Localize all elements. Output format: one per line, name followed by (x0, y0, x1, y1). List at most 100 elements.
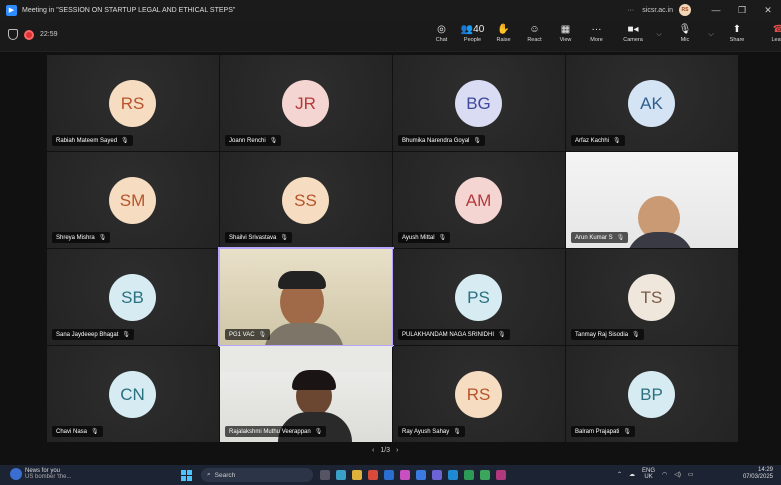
teams-alt-icon[interactable] (432, 470, 442, 480)
react-icon: ☺ (529, 24, 540, 35)
folder-icon[interactable] (352, 470, 362, 480)
restore-button[interactable]: ❐ (729, 5, 755, 16)
participant-avatar: RS (455, 371, 502, 418)
user-avatar[interactable]: RS (679, 4, 691, 16)
participant-avatar: SM (109, 177, 156, 224)
close-button[interactable]: ✕ (755, 5, 781, 16)
clock-date: 07/03/2025 (742, 474, 773, 480)
photos-icon[interactable] (400, 470, 410, 480)
participant-name-tag: Joann Renchi 🎙 (225, 135, 282, 146)
wifi-icon[interactable]: ◠ (662, 471, 667, 478)
chevron-down-icon[interactable]: ⌵ (706, 31, 716, 43)
participant-tile[interactable]: RS Rabiah Mateem Sayed 🎙 (47, 55, 219, 151)
meeting-timer: 22:59 (40, 31, 58, 38)
participant-name: Balram Prajapati (575, 429, 620, 435)
participant-name: Joann Renchi (229, 138, 266, 144)
participant-tile[interactable]: SB Sana Jaydeeep Bhagat 🎙 (47, 249, 219, 345)
recording-icon[interactable] (24, 29, 34, 40)
participant-tile[interactable]: Arun Kumar S 🎙 (566, 152, 738, 248)
chevron-down-icon[interactable]: ⌵ (654, 31, 664, 43)
toolbar-label: React (527, 37, 542, 43)
participant-name-tag: Arun Kumar S 🎙 (571, 232, 629, 243)
participant-tile[interactable]: RS Ray Ayush Sahay 🎙 (393, 346, 565, 442)
mic-muted-icon: 🎙 (121, 138, 129, 144)
share-icon: ⬆ (732, 24, 742, 35)
participant-tile[interactable]: PG1 VAC 🎙 (218, 247, 394, 347)
next-page-button[interactable]: › (396, 447, 398, 454)
toolbar-people-button[interactable]: 👥40 People (457, 23, 488, 43)
task-view-icon[interactable] (320, 470, 330, 480)
toolbar-camera-button[interactable]: ■◂ Camera (612, 23, 654, 43)
participant-name: Tanmay Raj Sisodia (575, 332, 629, 338)
title-bar: ▶ Meeting in "SESSION ON STARTUP LEGAL A… (0, 0, 781, 20)
outlook-icon[interactable] (384, 470, 394, 480)
participant-tile[interactable]: JR Joann Renchi 🎙 (220, 55, 392, 151)
participant-tile[interactable]: AK Arfaz Kachhi 🎙 (566, 55, 738, 151)
participant-name: Rabiah Mateem Sayed (56, 138, 118, 144)
mic-muted-icon: 🎙 (613, 138, 621, 144)
participant-name: Shreya Mishra (56, 235, 95, 241)
toolbar-raise-button[interactable]: ✋ Raise (488, 23, 519, 43)
vscode-icon[interactable] (448, 470, 458, 480)
toolbar-leave-button[interactable]: ☎ Leave (758, 23, 781, 43)
participant-avatar: SS (282, 177, 329, 224)
volume-icon[interactable]: ◁) (674, 471, 681, 478)
excel-icon[interactable] (464, 470, 474, 480)
store-icon[interactable] (416, 470, 426, 480)
mic-muted-icon: 🎙 (269, 138, 278, 144)
mic-muted-icon: 🎙 (314, 429, 323, 435)
windows-taskbar: News for you US bomber 'the... ⌕ Search … (0, 465, 781, 485)
more-options-icon[interactable]: ··· (627, 7, 634, 14)
news-widget[interactable]: News for you US bomber 'the... (10, 468, 72, 480)
mic-muted-icon: 🎙 (473, 138, 481, 144)
search-placeholder: Search (214, 471, 236, 479)
teams-icon[interactable] (336, 470, 346, 480)
minimize-button[interactable]: — (703, 5, 729, 15)
chrome-icon[interactable] (480, 470, 490, 480)
news-icon (10, 468, 22, 480)
participant-tile[interactable]: AM Ayush Mittal 🎙 (393, 152, 565, 248)
toolbar-label: People (463, 37, 482, 43)
slack-icon[interactable] (496, 470, 506, 480)
view-icon: ▦ (560, 24, 571, 35)
participant-tile[interactable]: BP Balram Prajapati 🎙 (566, 346, 738, 442)
participant-name-tag: PG1 VAC 🎙 (225, 329, 271, 340)
participant-tile[interactable]: PS PULAKHANDAM NAGA SRINIDHI 🎙 (393, 249, 565, 345)
participant-name: PULAKHANDAM NAGA SRINIDHI (402, 332, 495, 338)
cloud-icon[interactable]: ☁ (629, 471, 635, 478)
mic-muted-icon: 🎙 (616, 235, 625, 241)
participant-name-tag: PULAKHANDAM NAGA SRINIDHI 🎙 (398, 329, 510, 340)
participant-avatar: RS (109, 80, 156, 127)
participant-name-tag: Shreya Mishra 🎙 (52, 232, 111, 243)
toolbar-view-button[interactable]: ▦ View (550, 23, 581, 43)
toolbar-mic-button[interactable]: 🎙 Mic (664, 23, 706, 43)
mic-icon: 🎙 (678, 24, 692, 35)
participant-tile[interactable]: Rajalakshmi Muthu Veerappan 🎙 (220, 346, 392, 442)
chevron-up-icon[interactable]: ⌃ (617, 471, 622, 478)
toolbar-react-button[interactable]: ☺ React (519, 23, 550, 43)
windows-start-icon[interactable] (181, 470, 192, 481)
battery-icon[interactable]: ▭ (688, 471, 694, 478)
participant-name-tag: Bhumika Narendra Goyal 🎙 (398, 135, 485, 146)
prev-page-button[interactable]: ‹ (372, 447, 374, 454)
account-domain: sicsr.ac.in (642, 6, 673, 14)
toolbar-share-button[interactable]: ⬆ Share (716, 23, 758, 43)
participant-tile[interactable]: SM Shreya Mishra 🎙 (47, 152, 219, 248)
red-app-icon[interactable] (368, 470, 378, 480)
keyboard-layout[interactable]: UK (642, 474, 655, 480)
clock[interactable]: 14:29 07/03/2025 (743, 467, 773, 481)
participant-name-tag: Tanmay Raj Sisodia 🎙 (571, 329, 644, 340)
participant-name-tag: Sana Jaydeeep Bhagat 🎙 (52, 329, 135, 340)
security-shield-icon[interactable] (8, 29, 18, 40)
participant-avatar: SB (109, 274, 156, 321)
taskbar-search[interactable]: ⌕ Search (201, 468, 313, 482)
mic-muted-icon: 🎙 (438, 235, 447, 241)
toolbar-chat-button[interactable]: ◎ Chat (426, 23, 457, 43)
participant-tile[interactable]: TS Tanmay Raj Sisodia 🎙 (566, 249, 738, 345)
participant-name: Shailvi Srivastava (229, 235, 277, 241)
participant-name: Ayush Mittal (402, 235, 435, 241)
toolbar-more-button[interactable]: ··· More (581, 23, 612, 43)
participant-tile[interactable]: SS Shailvi Srivastava 🎙 (220, 152, 392, 248)
participant-tile[interactable]: BG Bhumika Narendra Goyal 🎙 (393, 55, 565, 151)
participant-tile[interactable]: CN Chavi Nasa 🎙 (47, 346, 219, 442)
